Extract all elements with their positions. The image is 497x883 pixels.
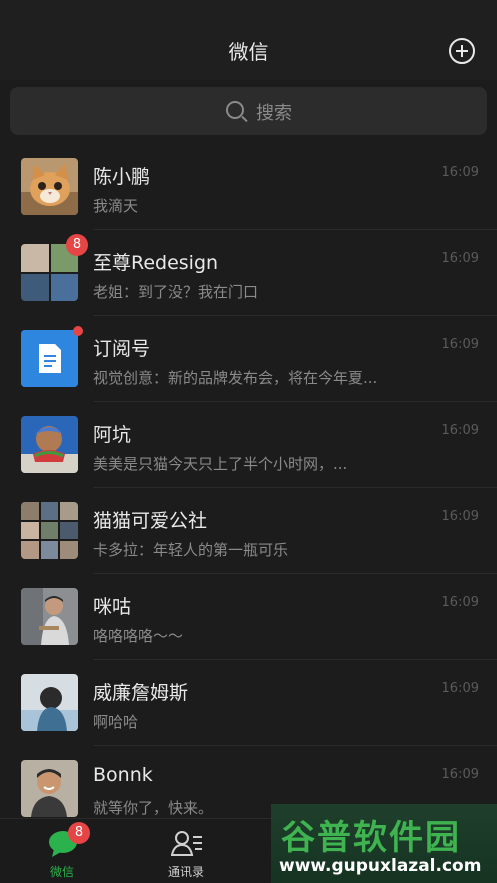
chat-row[interactable]: 猫猫可爱公社 卡多拉：年轻人的第一瓶可乐 16:09 xyxy=(0,488,497,574)
avatar xyxy=(21,760,78,817)
plus-circle-icon[interactable] xyxy=(449,38,475,64)
avatar xyxy=(21,674,78,731)
chat-row[interactable]: 订阅号 视觉创意：新的品牌发布会，将在今年夏... 16:09 xyxy=(0,316,497,402)
chat-time: 16:09 xyxy=(441,165,479,180)
chat-row[interactable]: 8 至尊Redesign 老姐：到了没？我在门口 16:09 xyxy=(0,230,497,316)
tab-label: 微信 xyxy=(49,865,74,879)
tab-label: 通讯录 xyxy=(167,865,204,879)
chat-time: 16:09 xyxy=(441,767,479,782)
chat-preview: 咯咯咯咯～～ xyxy=(93,627,184,645)
tab-contacts[interactable]: 通讯录 xyxy=(124,819,248,883)
tab-chats[interactable]: 8 微信 xyxy=(0,819,124,883)
chat-preview: 美美是只猫今天只上了半个小时网，... xyxy=(93,455,348,473)
avatar xyxy=(21,502,78,559)
unread-badge: 8 xyxy=(66,234,88,256)
site-watermark: 谷普软件园 www.gupuxlazal.com xyxy=(271,804,497,883)
chat-time: 16:09 xyxy=(441,251,479,266)
contacts-icon xyxy=(171,831,202,856)
subscription-icon xyxy=(21,330,78,387)
chat-row[interactable]: 陈小鹏 我滴天 16:09 xyxy=(0,144,497,230)
watermark-url: www.gupuxlazal.com xyxy=(279,856,482,876)
chat-name: 至尊Redesign xyxy=(93,252,219,274)
page-title: 微信 xyxy=(228,40,269,64)
search-placeholder: 搜索 xyxy=(256,103,292,124)
chat-name: 猫猫可爱公社 xyxy=(93,510,208,532)
chat-time: 16:09 xyxy=(441,681,479,696)
avatar xyxy=(21,416,78,473)
unread-badge: 8 xyxy=(68,822,90,844)
avatar xyxy=(21,158,78,215)
chat-name: Bonnk xyxy=(93,764,153,786)
chat-row[interactable]: 阿坑 美美是只猫今天只上了半个小时网，... 16:09 xyxy=(0,402,497,488)
chat-row[interactable]: 咪咕 咯咯咯咯～～ 16:09 xyxy=(0,574,497,660)
unread-dot xyxy=(73,326,83,336)
chat-row[interactable]: 威廉詹姆斯 啊哈哈 16:09 xyxy=(0,660,497,746)
search-bar[interactable]: 搜索 xyxy=(10,87,487,135)
chat-list: 陈小鹏 我滴天 16:09 8 至尊Redesign 老姐：到了没？我在门口 1… xyxy=(0,144,497,818)
chat-preview: 老姐：到了没？我在门口 xyxy=(93,283,259,301)
chat-preview: 啊哈哈 xyxy=(93,713,139,731)
chat-time: 16:09 xyxy=(441,423,479,438)
chat-name: 阿坑 xyxy=(93,424,132,446)
watermark-title: 谷普软件园 xyxy=(281,818,461,858)
chat-preview: 卡多拉：年轻人的第一瓶可乐 xyxy=(93,541,289,559)
chat-preview: 我滴天 xyxy=(93,197,139,215)
chat-name: 陈小鹏 xyxy=(93,166,151,188)
chat-name: 咪咕 xyxy=(93,596,132,618)
chat-time: 16:09 xyxy=(441,337,479,352)
chat-preview: 视觉创意：新的品牌发布会，将在今年夏... xyxy=(93,369,378,387)
chat-name: 威廉詹姆斯 xyxy=(93,682,189,704)
chat-time: 16:09 xyxy=(441,595,479,610)
avatar xyxy=(21,588,78,645)
chat-preview: 就等你了，快来。 xyxy=(93,799,214,817)
chat-time: 16:09 xyxy=(441,509,479,524)
top-bar: 微信 xyxy=(0,0,497,80)
chat-name: 订阅号 xyxy=(93,338,151,360)
search-icon xyxy=(226,101,244,119)
